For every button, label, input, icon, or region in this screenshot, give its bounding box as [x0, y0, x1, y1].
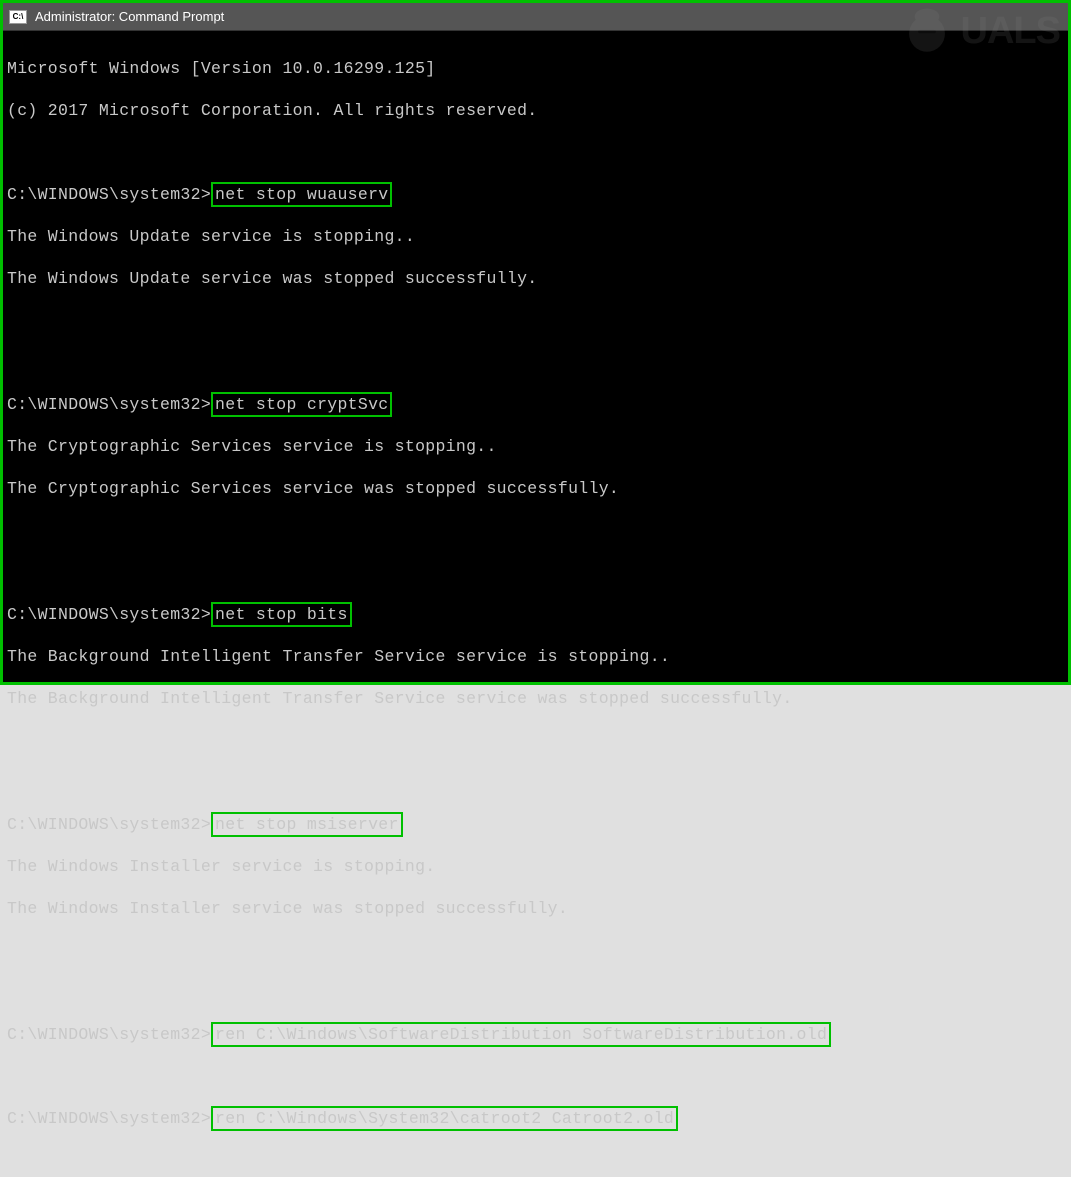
cmd-line-2: C:\WINDOWS\system32>net stop cryptSvc — [7, 394, 1064, 415]
blank-line — [7, 310, 1064, 331]
prompt: C:\WINDOWS\system32> — [7, 1025, 211, 1044]
output-line: The Windows Update service is stopping.. — [7, 226, 1064, 247]
screenshot-frame: C:\ Administrator: Command Prompt Micros… — [0, 0, 1071, 685]
copyright-line: (c) 2017 Microsoft Corporation. All righ… — [7, 100, 1064, 121]
watermark-logo: UALS — [899, 3, 1060, 59]
blank-line — [7, 352, 1064, 373]
blank-line — [7, 772, 1064, 793]
highlighted-command-3: net stop bits — [211, 602, 352, 627]
output-line: The Cryptographic Services service was s… — [7, 478, 1064, 499]
blank-line — [7, 940, 1064, 961]
blank-line — [7, 982, 1064, 1003]
blank-line — [7, 1066, 1064, 1087]
cmd-line-4: C:\WINDOWS\system32>net stop msiserver — [7, 814, 1064, 835]
cmd-line-1: C:\WINDOWS\system32>net stop wuauserv — [7, 184, 1064, 205]
highlighted-command-1: net stop wuauserv — [211, 182, 392, 207]
prompt: C:\WINDOWS\system32> — [7, 605, 211, 624]
highlighted-command-2: net stop cryptSvc — [211, 392, 392, 417]
blank-line — [7, 730, 1064, 751]
highlighted-command-4: net stop msiserver — [211, 812, 403, 837]
cmd-line-5: C:\WINDOWS\system32>ren C:\Windows\Softw… — [7, 1024, 1064, 1045]
highlighted-command-5: ren C:\Windows\SoftwareDistribution Soft… — [211, 1022, 831, 1047]
blank-line — [7, 142, 1064, 163]
prompt: C:\WINDOWS\system32> — [7, 1109, 211, 1128]
version-line: Microsoft Windows [Version 10.0.16299.12… — [7, 58, 1064, 79]
watermark-mascot-icon — [899, 3, 955, 59]
output-line: The Background Intelligent Transfer Serv… — [7, 646, 1064, 667]
prompt: C:\WINDOWS\system32> — [7, 185, 211, 204]
window-title: Administrator: Command Prompt — [35, 9, 224, 24]
prompt: C:\WINDOWS\system32> — [7, 815, 211, 834]
output-line: The Windows Installer service was stoppe… — [7, 898, 1064, 919]
cmd-line-3: C:\WINDOWS\system32>net stop bits — [7, 604, 1064, 625]
output-line: The Windows Update service was stopped s… — [7, 268, 1064, 289]
cmd-icon: C:\ — [9, 10, 27, 24]
blank-line — [7, 562, 1064, 583]
output-line: The Background Intelligent Transfer Serv… — [7, 688, 1064, 709]
prompt: C:\WINDOWS\system32> — [7, 395, 211, 414]
cmd-line-6: C:\WINDOWS\system32>ren C:\Windows\Syste… — [7, 1108, 1064, 1129]
highlighted-command-6: ren C:\Windows\System32\catroot2 Catroot… — [211, 1106, 678, 1131]
terminal-output[interactable]: Microsoft Windows [Version 10.0.16299.12… — [3, 31, 1068, 1177]
output-line: The Cryptographic Services service is st… — [7, 436, 1064, 457]
blank-line — [7, 520, 1064, 541]
output-line: The Windows Installer service is stoppin… — [7, 856, 1064, 877]
watermark-text: UALS — [961, 10, 1060, 53]
